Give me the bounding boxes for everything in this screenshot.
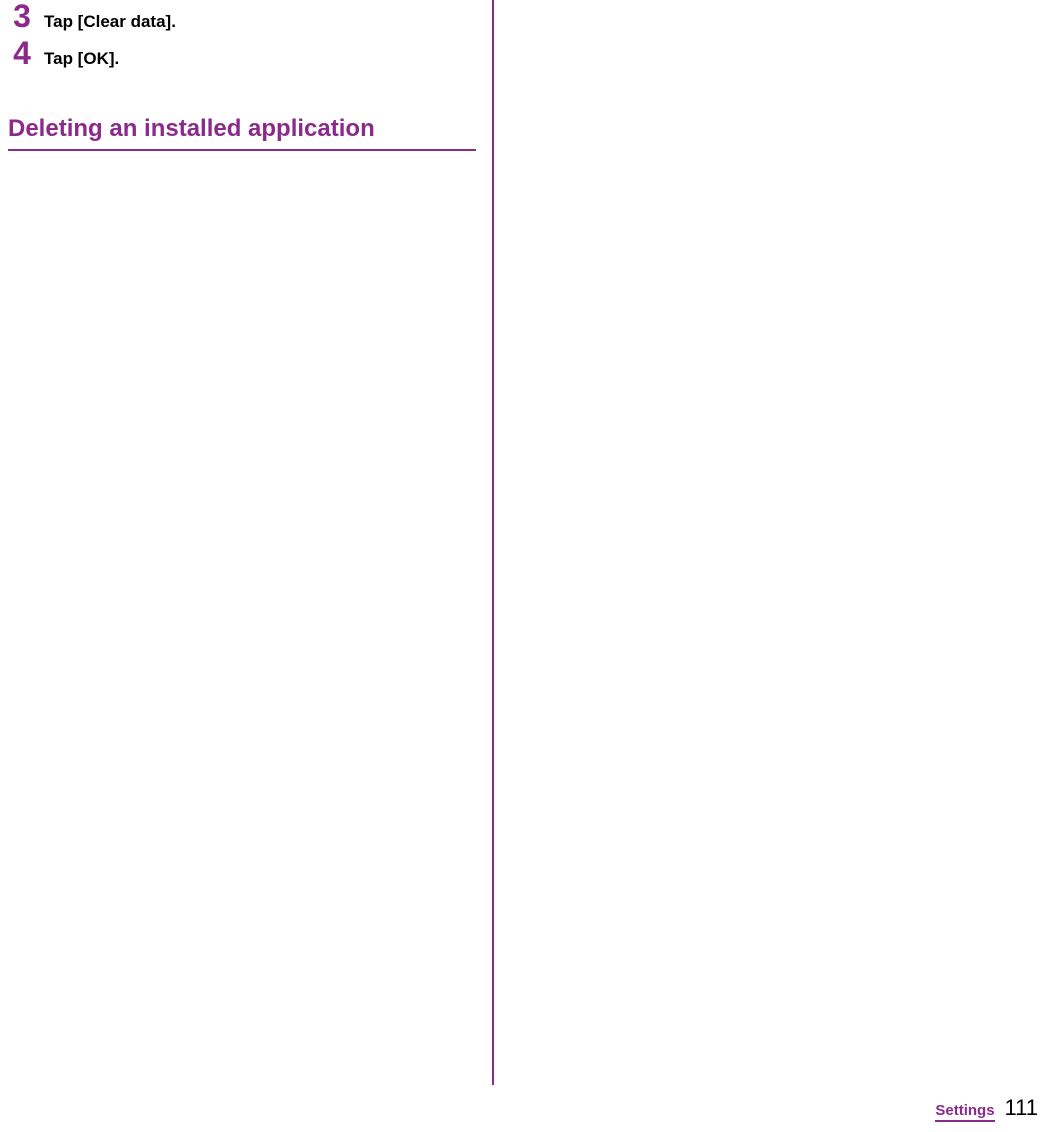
footer-section-label: Settings (935, 1102, 994, 1122)
footer-page-number: 111 (1005, 1095, 1038, 1121)
right-column (494, 0, 1058, 1085)
step-item-3: 3 Tap [Clear data]. (0, 0, 500, 33)
step-text: Tap [OK]. (44, 48, 119, 70)
page-footer: Settings 111 (935, 1095, 1038, 1122)
section-heading: Deleting an installed application (8, 115, 476, 151)
step-number: 3 (0, 0, 44, 32)
step-item-4: 4 Tap [OK]. (0, 37, 500, 70)
step-text: Tap [Clear data]. (44, 11, 176, 33)
left-column: 3 Tap [Clear data]. 4 Tap [OK]. Deleting… (0, 0, 500, 1085)
step-number: 4 (0, 37, 44, 69)
